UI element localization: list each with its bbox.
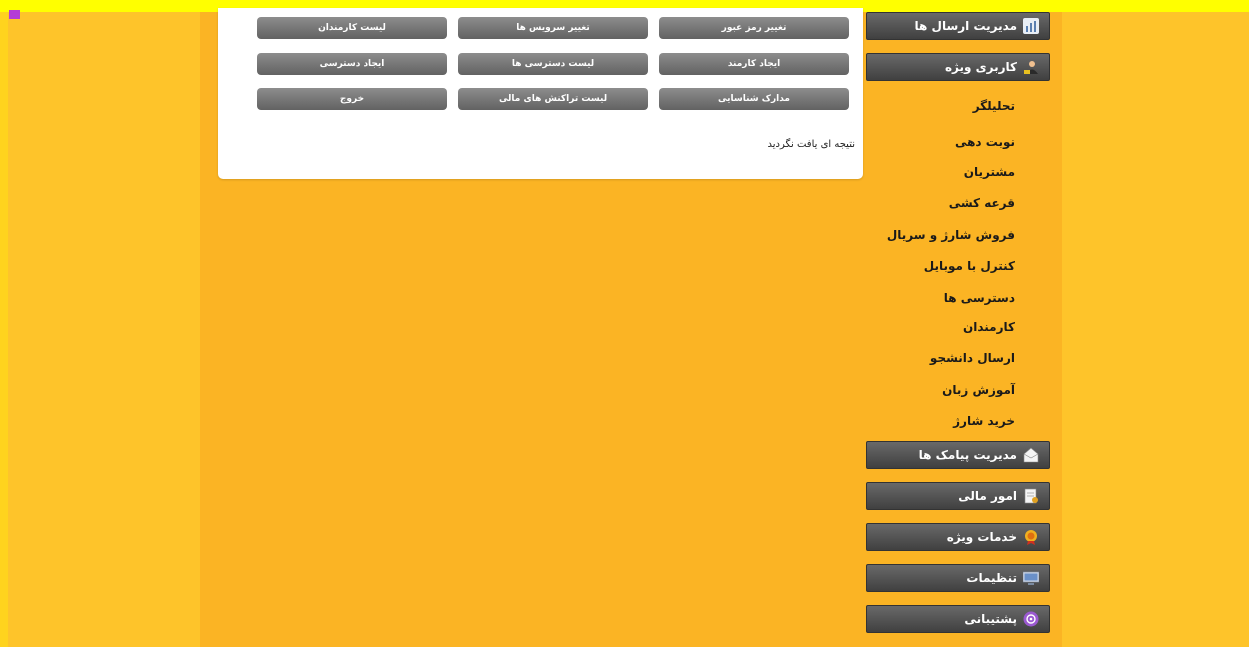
access-list-button[interactable]: لیست دسترسی ها: [458, 53, 648, 75]
change-password-button[interactable]: تغییر رمز عبور: [659, 17, 849, 39]
menu-sms-management-label: مدیریت پیامک ها: [918, 448, 1017, 462]
menu-special-services[interactable]: خدمات ویژه: [866, 523, 1050, 551]
chart-icon: [1023, 18, 1039, 34]
menu-support[interactable]: پشتیبانی: [866, 605, 1050, 633]
menu-settings[interactable]: تنظیمات: [866, 564, 1050, 592]
menu-finance[interactable]: امور مالی: [866, 482, 1050, 510]
menu-send-management-label: مدیریت ارسال ها: [914, 19, 1017, 33]
employee-list-button[interactable]: لیست کارمندان: [257, 17, 447, 39]
invoice-icon: [1024, 488, 1038, 504]
financial-transactions-button[interactable]: لیست تراکنش های مالی: [458, 88, 648, 110]
menu-special-services-label: خدمات ویژه: [946, 530, 1017, 544]
logout-button[interactable]: خروج: [257, 88, 447, 110]
no-result-message: نتیجه ای یافت نگردید: [767, 139, 855, 150]
left-edge-strip: [0, 12, 8, 647]
change-services-button[interactable]: تغییر سرویس ها: [458, 17, 648, 39]
menu-send-management[interactable]: مدیریت ارسال ها: [866, 12, 1050, 40]
id-documents-button[interactable]: مدارک شناسایی: [659, 88, 849, 110]
menu-link-appointments[interactable]: نوبت دهی: [955, 135, 1015, 149]
medal-icon: [1025, 530, 1037, 545]
envelope-icon: [1023, 447, 1039, 463]
menu-link-buy-charge[interactable]: خرید شارژ: [953, 414, 1015, 428]
menu-link-student-send[interactable]: ارسال دانشجو: [930, 351, 1015, 365]
menu-link-accesses[interactable]: دسترسی ها: [944, 291, 1015, 305]
menu-link-language[interactable]: آموزش زبان: [942, 383, 1015, 397]
menu-link-analyst[interactable]: تحلیلگر: [973, 99, 1015, 113]
monitor-icon: [1023, 571, 1039, 585]
create-access-button[interactable]: ایجاد دسترسی: [257, 53, 447, 75]
content-panel: تغییر رمز عبور تغییر سرویس ها لیست کارمن…: [218, 8, 863, 179]
menu-link-lottery[interactable]: قرعه کشی: [949, 196, 1015, 210]
menu-support-label: پشتیبانی: [964, 612, 1017, 626]
menu-special-user-label: کاربری ویژه: [944, 60, 1017, 74]
menu-link-customers[interactable]: مشتریان: [964, 165, 1015, 179]
support-icon: [1023, 611, 1039, 627]
menu-link-mobile-control[interactable]: کنترل با موبایل: [924, 259, 1015, 273]
menu-settings-label: تنظیمات: [966, 571, 1017, 585]
menu-link-employees[interactable]: کارمندان: [963, 320, 1015, 334]
user-icon: [1024, 61, 1038, 74]
menu-link-charge-sales[interactable]: فروش شارژ و سریال: [887, 228, 1015, 242]
right-column: [1062, 12, 1249, 647]
menu-special-user[interactable]: کاربری ویژه: [866, 53, 1050, 81]
menu-sms-management[interactable]: مدیریت پیامک ها: [866, 441, 1050, 469]
corner-square-icon: [9, 10, 20, 19]
menu-finance-label: امور مالی: [958, 489, 1017, 503]
left-column: [8, 12, 200, 647]
create-employee-button[interactable]: ایجاد کارمند: [659, 53, 849, 75]
